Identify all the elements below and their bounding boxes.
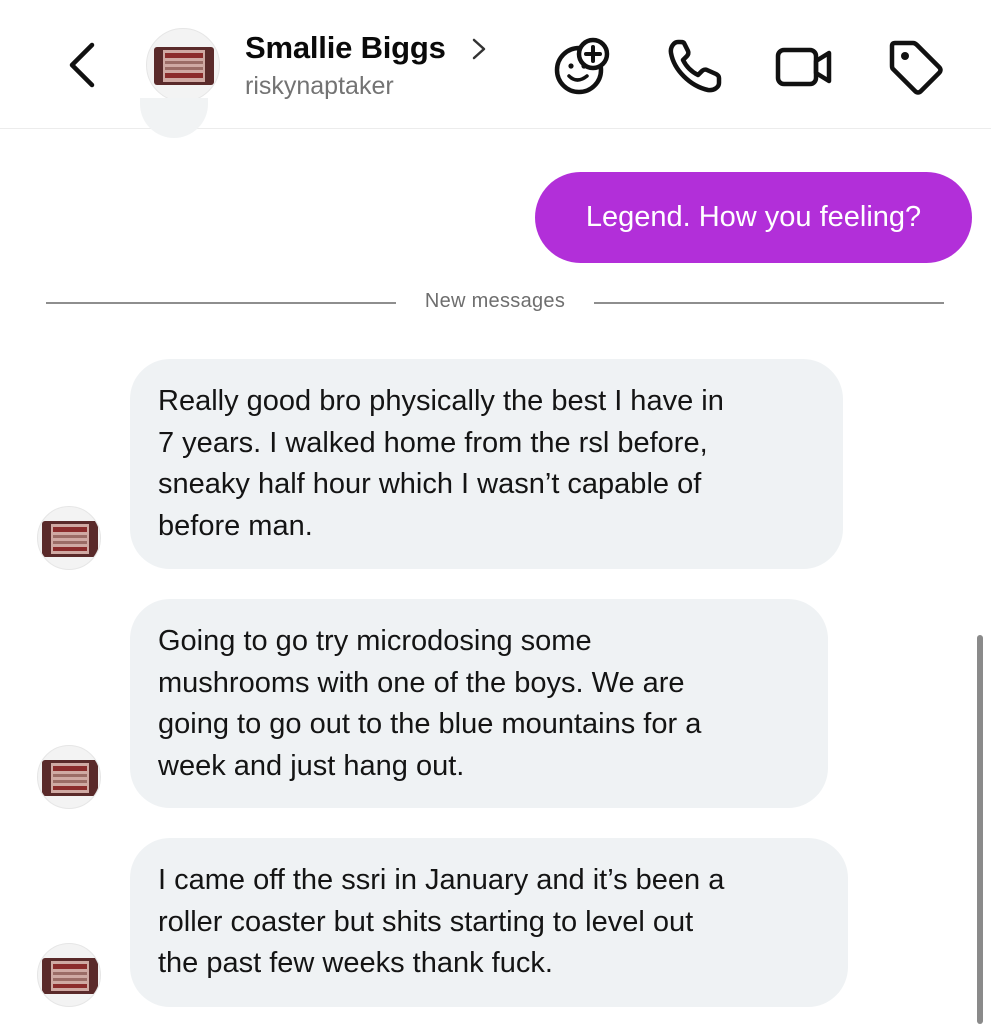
message-line: mushrooms with one of the boys. We are — [158, 666, 685, 699]
back-chevron-icon[interactable] — [62, 40, 104, 90]
chevron-right-icon[interactable] — [468, 34, 490, 64]
received-message-bubble[interactable]: Really good bro physically the best I ha… — [130, 359, 843, 569]
message-line: the past few weeks thank fuck. — [158, 947, 553, 979]
tag-icon[interactable] — [884, 36, 946, 98]
divider — [594, 302, 944, 304]
phone-icon[interactable] — [664, 36, 726, 98]
divider — [46, 302, 396, 304]
received-message-bubble[interactable]: I came off the ssri in January and it’s … — [130, 838, 848, 1007]
avatar[interactable] — [146, 28, 220, 102]
message-line: sneaky half hour which I wasn’t capable … — [158, 468, 702, 500]
avatar[interactable] — [37, 506, 101, 570]
profile-picture-icon — [42, 958, 98, 994]
video-camera-icon[interactable] — [773, 36, 835, 98]
message-line: going to go out to the blue mountains fo… — [158, 708, 702, 740]
avatar[interactable] — [37, 943, 101, 1007]
scrollbar[interactable] — [977, 635, 983, 1024]
message-line: I came off the ssri in January and it’s … — [158, 864, 725, 896]
sent-message-bubble[interactable]: Legend. How you feeling? — [535, 172, 972, 263]
contact-username[interactable]: riskynaptaker — [245, 72, 394, 101]
message-line: before man. — [158, 509, 313, 542]
profile-picture-icon — [154, 47, 214, 85]
received-message-bubble[interactable]: Going to go try microdosing some mushroo… — [130, 599, 828, 808]
avatar — [140, 98, 208, 138]
profile-picture-icon — [42, 521, 98, 557]
message-line: Really good bro physically the best I ha… — [158, 385, 724, 417]
contact-name[interactable]: Smallie Biggs — [245, 30, 446, 66]
profile-picture-icon — [42, 760, 98, 796]
message-line: Going to go try microdosing some — [158, 625, 592, 657]
message-line: roller coaster but shits starting to lev… — [158, 905, 694, 938]
add-emoji-icon[interactable] — [551, 36, 613, 98]
message-line: 7 years. I walked home from the rsl befo… — [158, 426, 708, 459]
message-line: week and just hang out. — [158, 749, 465, 782]
new-messages-divider-label: New messages — [424, 290, 566, 312]
avatar[interactable] — [37, 745, 101, 809]
